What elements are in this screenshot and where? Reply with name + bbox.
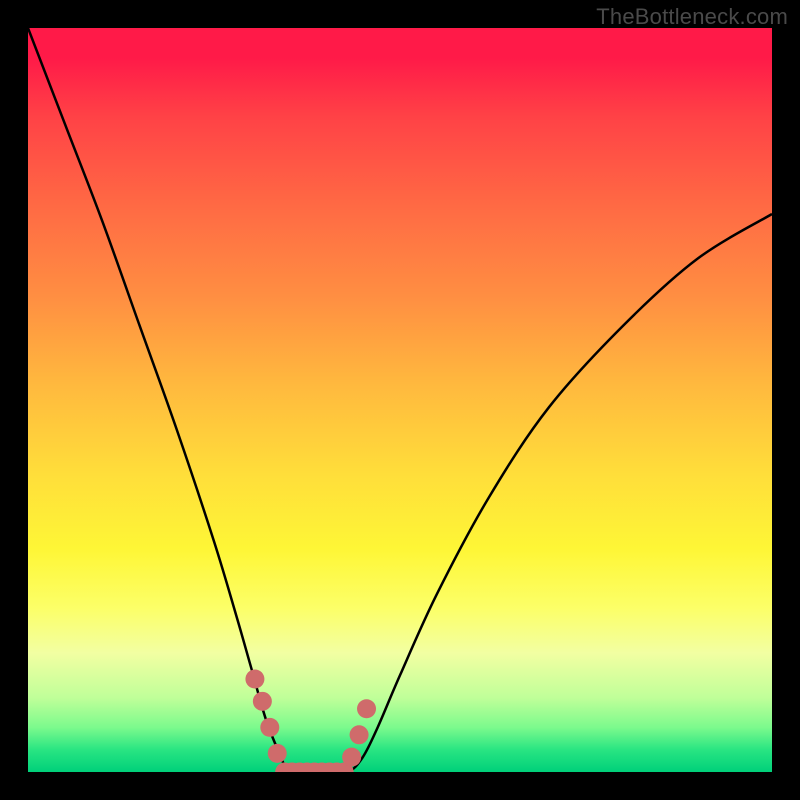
- marker-dot: [342, 748, 361, 767]
- marker-dot: [260, 718, 279, 737]
- marker-dot: [245, 670, 264, 689]
- chart-svg: [28, 28, 772, 772]
- curve-group: [28, 28, 772, 772]
- marker-dot: [268, 744, 287, 763]
- bottleneck-curve-path: [28, 28, 772, 772]
- marker-dot: [253, 692, 272, 711]
- marker-dot: [357, 699, 376, 718]
- plot-area: [28, 28, 772, 772]
- outer-frame: TheBottleneck.com: [0, 0, 800, 800]
- marker-group: [245, 670, 376, 773]
- marker-dot: [350, 725, 369, 744]
- watermark-text: TheBottleneck.com: [596, 4, 788, 30]
